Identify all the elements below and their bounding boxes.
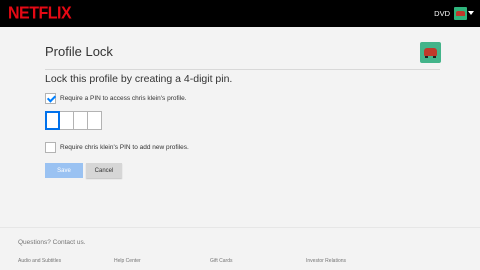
footer-link-investor-relations[interactable]: Investor Relations xyxy=(306,258,346,264)
divider xyxy=(45,69,440,70)
netflix-logo[interactable]: NETFLIX xyxy=(8,4,72,24)
profile-avatar-large xyxy=(420,42,441,63)
page-subtitle: Lock this profile by creating a 4-digit … xyxy=(45,73,233,85)
contact-link[interactable]: Questions? Contact us. xyxy=(18,239,86,246)
require-add-profiles-label: Require chris klein's PIN to add new pro… xyxy=(60,144,189,151)
pin-digit-1[interactable] xyxy=(45,111,60,130)
top-nav-bar: NETFLIX DVD xyxy=(0,0,480,27)
require-add-profiles-checkbox[interactable] xyxy=(45,142,56,153)
profile-name[interactable]: DVD xyxy=(434,9,450,18)
pin-digit-4[interactable] xyxy=(87,111,102,130)
footer-link-gift-cards[interactable]: Gift Cards xyxy=(210,258,233,264)
page-title: Profile Lock xyxy=(45,44,113,59)
save-button[interactable]: Save xyxy=(45,163,83,178)
require-pin-row[interactable]: Require a PIN to access chris klein's pr… xyxy=(45,93,187,104)
cancel-button[interactable]: Cancel xyxy=(86,163,122,178)
footer-link-audio-subtitles[interactable]: Audio and Subtitles xyxy=(18,258,61,264)
pin-digit-3[interactable] xyxy=(73,111,88,130)
chevron-down-icon[interactable] xyxy=(468,11,474,15)
pin-input-group xyxy=(45,111,102,130)
require-pin-checkbox[interactable] xyxy=(45,93,56,104)
profile-lock-panel: Profile Lock Lock this profile by creati… xyxy=(0,27,480,227)
profile-avatar[interactable] xyxy=(454,7,467,20)
require-pin-label: Require a PIN to access chris klein's pr… xyxy=(60,95,187,102)
pin-digit-2[interactable] xyxy=(59,111,74,130)
require-add-profiles-row[interactable]: Require chris klein's PIN to add new pro… xyxy=(45,142,189,153)
footer-link-help-center[interactable]: Help Center xyxy=(114,258,141,264)
footer-divider xyxy=(0,227,480,228)
